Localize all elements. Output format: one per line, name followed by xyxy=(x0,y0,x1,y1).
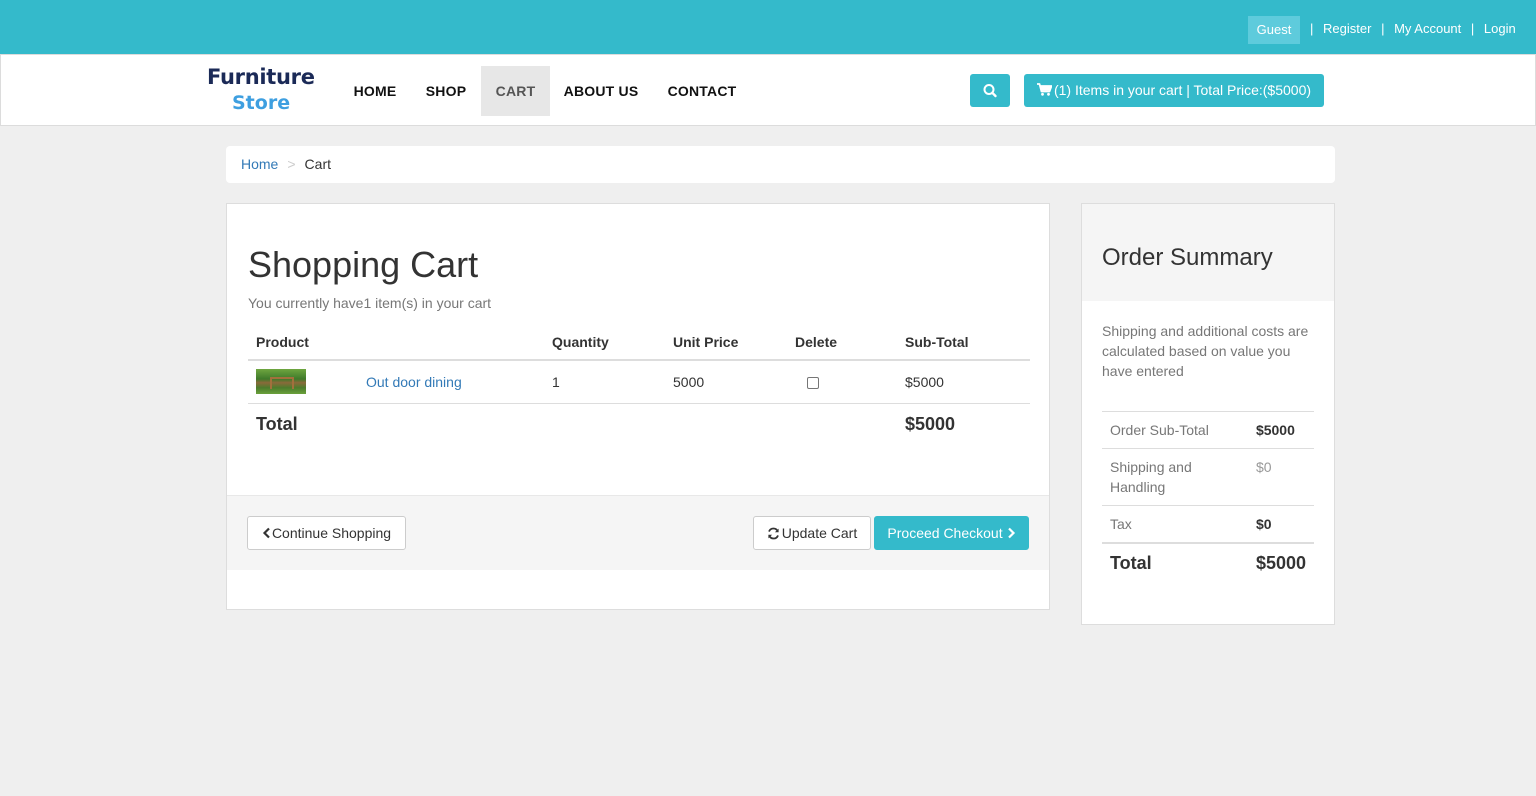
header-delete: Delete xyxy=(787,325,897,361)
shopping-cart-panel: Shopping Cart You currently have1 item(s… xyxy=(226,203,1050,610)
separator: | xyxy=(1381,21,1385,36)
table-header-row: Product Quantity Unit Price Delete Sub-T… xyxy=(248,325,1030,361)
summary-subtotal-label: Order Sub-Total xyxy=(1102,411,1248,449)
unit-price-cell: 5000 xyxy=(665,360,787,404)
cart-summary-button[interactable]: (1) Items in your cart | Total Price:($5… xyxy=(1024,74,1324,107)
continue-shopping-button[interactable]: Continue Shopping xyxy=(247,516,406,550)
store-logo[interactable]: Furniture Store xyxy=(207,67,323,117)
order-summary-panel: Order Summary Shipping and additional co… xyxy=(1081,203,1335,625)
nav-home[interactable]: HOME xyxy=(343,66,407,116)
guest-label[interactable]: Guest xyxy=(1248,16,1300,44)
shopping-cart-icon xyxy=(1036,83,1053,96)
header-quantity: Quantity xyxy=(544,325,665,361)
product-thumbnail[interactable] xyxy=(256,369,306,395)
chevron-right-icon xyxy=(1007,527,1015,539)
subtotal-cell: $5000 xyxy=(897,360,1030,404)
order-summary-note: Shipping and additional costs are calcul… xyxy=(1102,323,1309,379)
top-bar: Guest | Register | My Account | Login xyxy=(0,0,1536,54)
logo-line-2: Store xyxy=(232,92,291,114)
order-summary-header: Order Summary xyxy=(1082,204,1334,301)
header-product: Product xyxy=(248,325,544,361)
proceed-checkout-label: Proceed Checkout xyxy=(887,525,1003,541)
summary-row: Tax $0 xyxy=(1102,505,1314,543)
cart-summary-label: (1) Items in your cart | Total Price:($5… xyxy=(1053,82,1312,98)
separator: | xyxy=(1470,21,1475,36)
summary-row: Shipping and Handling $0 xyxy=(1102,448,1314,506)
breadcrumb-divider: > xyxy=(287,156,296,172)
nav-cart[interactable]: CART xyxy=(481,66,550,116)
summary-total-row: Total $5000 xyxy=(1102,542,1314,581)
header-sub-total: Sub-Total xyxy=(897,325,1030,361)
summary-total-value: $5000 xyxy=(1247,542,1314,581)
product-cell: Out door dining xyxy=(248,360,544,404)
logo-line-1: Furniture xyxy=(207,65,315,89)
product-link[interactable]: Out door dining xyxy=(366,374,462,390)
breadcrumb: Home > Cart xyxy=(226,146,1335,183)
cart-item-count: You currently have1 item(s) in your cart xyxy=(248,295,492,311)
search-icon xyxy=(983,84,997,98)
nav-about-us[interactable]: ABOUT US xyxy=(557,66,645,116)
nav-shop[interactable]: SHOP xyxy=(416,66,476,116)
nav-contact[interactable]: CONTACT xyxy=(658,66,746,116)
my-account-link[interactable]: My Account xyxy=(1394,21,1461,36)
chevron-left-icon xyxy=(262,527,270,539)
total-row: Total $5000 xyxy=(248,403,1030,445)
register-link[interactable]: Register xyxy=(1323,21,1371,36)
summary-tax-label: Tax xyxy=(1102,505,1248,543)
breadcrumb-home[interactable]: Home xyxy=(241,156,278,172)
total-value: $5000 xyxy=(905,413,956,434)
summary-subtotal-value: $5000 xyxy=(1247,411,1314,449)
search-button[interactable] xyxy=(970,74,1010,107)
refresh-icon xyxy=(767,527,779,540)
delete-cell xyxy=(787,360,897,404)
cart-table: Product Quantity Unit Price Delete Sub-T… xyxy=(248,325,1030,445)
proceed-checkout-button[interactable]: Proceed Checkout xyxy=(874,516,1029,550)
breadcrumb-current: Cart xyxy=(304,156,331,172)
header-unit-price: Unit Price xyxy=(665,325,787,361)
separator: | xyxy=(1310,21,1314,36)
summary-row: Order Sub-Total $5000 xyxy=(1102,411,1314,449)
delete-checkbox[interactable] xyxy=(807,377,819,390)
continue-shopping-label: Continue Shopping xyxy=(271,525,392,541)
summary-shipping-label: Shipping and Handling xyxy=(1102,448,1248,506)
total-label: Total xyxy=(256,413,298,434)
main-navbar: Furniture Store HOME SHOP CART ABOUT US … xyxy=(0,54,1536,126)
quantity-cell: 1 xyxy=(544,360,665,404)
order-summary-table: Order Sub-Total $5000 Shipping and Handl… xyxy=(1102,411,1314,581)
update-cart-button[interactable]: Update Cart xyxy=(753,516,871,550)
page-title: Shopping Cart xyxy=(248,244,479,285)
table-row: Out door dining 1 5000 $5000 xyxy=(248,360,1030,404)
login-link[interactable]: Login xyxy=(1484,21,1516,36)
account-links: | Register | My Account | Login xyxy=(1304,21,1516,36)
summary-tax-value: $0 xyxy=(1247,505,1314,543)
summary-shipping-value: $0 xyxy=(1247,448,1314,506)
order-summary-title: Order Summary xyxy=(1102,244,1273,271)
summary-total-label: Total xyxy=(1102,542,1248,581)
update-cart-label: Update Cart xyxy=(781,525,858,541)
cart-actions: Continue Shopping Update Cart Proceed Ch… xyxy=(227,495,1049,570)
